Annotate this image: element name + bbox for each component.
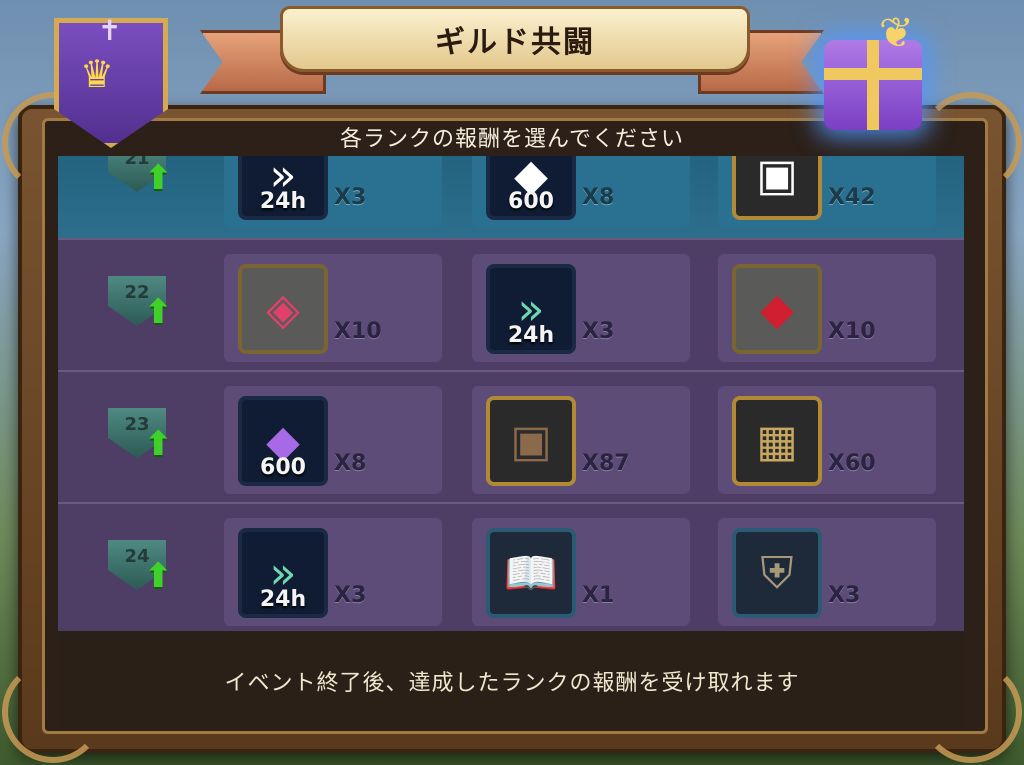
- armor-icon: ⛨: [732, 528, 822, 618]
- reward-item-label: 24h: [259, 587, 307, 612]
- chest-icon: ▣: [732, 156, 822, 220]
- reward-item-label: 24h: [507, 323, 555, 348]
- beast-chest-icon: ▦: [732, 396, 822, 486]
- reward-item-label: 24h: [259, 189, 307, 214]
- rank-badge: 22 ⬆: [104, 270, 174, 340]
- rank-up-arrow-icon: ⬆: [144, 292, 173, 332]
- subtitle: 各ランクの報酬を選んでください: [340, 127, 684, 152]
- speedup-icon: » 24h: [238, 156, 328, 220]
- reward-quantity: X8: [334, 451, 367, 476]
- title-banner: ギルド共闘: [280, 6, 750, 72]
- chest-icon: ▣: [486, 396, 576, 486]
- reward-item-label: 600: [508, 189, 554, 214]
- reward-quantity: X10: [334, 319, 382, 344]
- reward-cell[interactable]: ⛨ X3: [718, 518, 936, 626]
- rank-up-arrow-icon: ⬆: [144, 158, 173, 198]
- speedup-icon: » 24h: [486, 264, 576, 354]
- reward-cell[interactable]: ◈ X10: [224, 254, 442, 362]
- footer-note: イベント終了後、達成したランクの報酬を受け取れます: [60, 632, 964, 730]
- gift-ribbon: [867, 40, 879, 130]
- crystal-icon: ◆ 600: [486, 156, 576, 220]
- reward-quantity: X8: [582, 185, 615, 210]
- reward-list[interactable]: 21 ⬆ »24h X3 ◆600 X8 ▣ X42 22 ⬆ ◈ X10: [58, 156, 964, 631]
- tome-icon: 📖: [486, 528, 576, 618]
- crystal-icon: ◆ 600: [238, 396, 328, 486]
- reward-row: 24 ⬆ » 24h X3 📖 X1 ⛨ X3: [58, 502, 964, 631]
- reward-cell[interactable]: ◆ 600 X8: [224, 386, 442, 494]
- reward-cell[interactable]: » 24h X3: [472, 254, 690, 362]
- reward-cell[interactable]: » 24h X3: [224, 518, 442, 626]
- reward-quantity: X1: [582, 583, 615, 608]
- sword-icon: ✝: [98, 14, 122, 47]
- reward-quantity: X42: [828, 185, 876, 210]
- reward-quantity: X10: [828, 319, 876, 344]
- reward-row: 21 ⬆ » 24h X3 ◆ 600 X8 ▣ X42: [58, 156, 964, 238]
- speedup-icon: » 24h: [238, 528, 328, 618]
- reward-cell[interactable]: ▦ X60: [718, 386, 936, 494]
- crown-icon: ♛: [80, 52, 115, 96]
- reward-row: 22 ⬆ ◈ X10 » 24h X3 ◆ X10: [58, 238, 964, 372]
- reward-cell[interactable]: 📖 X1: [472, 518, 690, 626]
- reward-row: 23 ⬆ ◆ 600 X8 ▣ X87 ▦ X60: [58, 370, 964, 504]
- rank-badge: 21 ⬆: [104, 156, 174, 206]
- reward-quantity: X3: [828, 583, 861, 608]
- reward-quantity: X3: [582, 319, 615, 344]
- reward-quantity: X87: [582, 451, 630, 476]
- rank-badge: 24 ⬆: [104, 534, 174, 604]
- reward-cell[interactable]: ◆ X10: [718, 254, 936, 362]
- rank-badge: 23 ⬆: [104, 402, 174, 472]
- reward-quantity: X60: [828, 451, 876, 476]
- reward-cell[interactable]: » 24h X3: [224, 156, 442, 228]
- reward-quantity: X3: [334, 185, 367, 210]
- gift-bow-icon: ❦: [878, 8, 914, 57]
- rank-up-arrow-icon: ⬆: [144, 556, 173, 596]
- gift-ribbon: [824, 68, 922, 80]
- rank-up-arrow-icon: ⬆: [144, 424, 173, 464]
- reward-cell[interactable]: ◆ 600 X8: [472, 156, 690, 228]
- pink-gem-icon: ◈: [238, 264, 328, 354]
- page-title: ギルド共闘: [435, 25, 595, 60]
- reward-cell[interactable]: ▣ X42: [718, 156, 936, 228]
- reward-item-label: 600: [260, 455, 306, 480]
- red-gem-icon: ◆: [732, 264, 822, 354]
- reward-quantity: X3: [334, 583, 367, 608]
- reward-cell[interactable]: ▣ X87: [472, 386, 690, 494]
